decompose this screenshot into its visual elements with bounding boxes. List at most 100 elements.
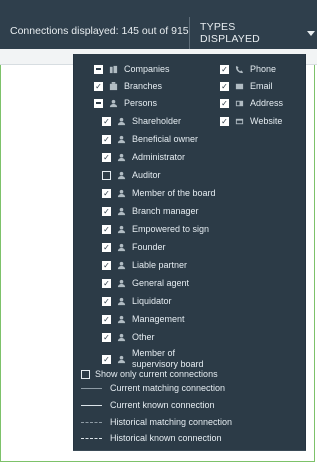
type-item-administrator[interactable]: ✓ Administrator xyxy=(102,150,185,164)
legend-label: Historical known connection xyxy=(110,433,222,443)
checkbox[interactable]: ✓ xyxy=(102,260,111,270)
branches-icon xyxy=(108,81,118,91)
types-displayed-label: TYPES DISPLAYED xyxy=(200,21,260,45)
type-item-liquidator[interactable]: ✓ Liquidator xyxy=(102,294,172,308)
item-label: General agent xyxy=(132,278,190,288)
checkbox[interactable]: ✓ xyxy=(220,64,229,74)
type-item-general-agent[interactable]: ✓ General agent xyxy=(102,276,189,290)
checkbox[interactable]: ✓ xyxy=(220,116,229,126)
type-item-shareholder[interactable]: ✓ Shareholder xyxy=(102,114,181,128)
checkbox[interactable]: ✓ xyxy=(102,354,111,364)
item-label: Persons xyxy=(124,98,158,108)
person-icon xyxy=(116,354,126,364)
legend-line xyxy=(81,387,102,389)
person-icon xyxy=(116,314,126,324)
person-icon xyxy=(116,260,126,270)
legend-item: Historical known connection xyxy=(81,431,222,445)
type-item-beneficial-owner[interactable]: ✓ Beneficial owner xyxy=(102,132,198,146)
type-item-companies[interactable]: Companies xyxy=(94,62,170,76)
legend-label: Current matching connection xyxy=(110,383,226,393)
type-item-other[interactable]: ✓ Other xyxy=(102,330,155,344)
person-icon xyxy=(116,152,126,162)
show-current-only-checkbox[interactable]: Show only current connections xyxy=(81,367,218,381)
item-label: Companies xyxy=(124,64,170,74)
type-item-email[interactable]: ✓ Email xyxy=(220,79,273,93)
item-label: Address xyxy=(250,98,284,108)
legend-label: Current known connection xyxy=(110,400,215,410)
item-label: Phone xyxy=(250,64,277,74)
checkbox[interactable]: ✓ xyxy=(102,116,111,126)
checkbox[interactable]: ✓ xyxy=(102,296,111,306)
types-displayed-button[interactable]: TYPES DISPLAYED xyxy=(189,17,315,49)
type-item-empowered-to-sign[interactable]: ✓ Empowered to sign xyxy=(102,222,209,236)
checkbox[interactable] xyxy=(94,98,103,108)
building-icon xyxy=(108,64,118,74)
item-label: Branches xyxy=(124,81,163,91)
types-dropdown: Companies ✓ Branches Persons ✓ Shareholder ✓ Be… xyxy=(73,54,306,451)
type-item-website[interactable]: ✓ Website xyxy=(220,114,282,128)
person-icon xyxy=(116,242,126,252)
item-label: Empowered to sign xyxy=(132,224,210,234)
phone-icon xyxy=(234,64,244,74)
item-label: Member of the board xyxy=(132,188,216,198)
checkbox[interactable]: ✓ xyxy=(102,152,111,162)
person-icon xyxy=(116,206,126,216)
legend-item: Current known connection xyxy=(81,398,215,412)
email-icon xyxy=(234,81,244,91)
type-item-persons[interactable]: Persons xyxy=(94,96,157,110)
legend-item: Current matching connection xyxy=(81,381,225,395)
checkbox[interactable]: ✓ xyxy=(102,278,111,288)
person-icon xyxy=(116,170,126,180)
connections-count: Connections displayed: 145 out of 915 xyxy=(10,25,189,37)
person-icon xyxy=(116,224,126,234)
legend-line xyxy=(81,437,102,439)
checkbox[interactable]: ✓ xyxy=(102,224,111,234)
legend-line xyxy=(81,404,102,406)
person-icon xyxy=(108,98,118,108)
address-icon xyxy=(234,98,244,108)
item-label: Founder xyxy=(132,242,166,252)
checkbox[interactable]: ✓ xyxy=(102,134,111,144)
website-icon xyxy=(234,116,244,126)
checkbox[interactable] xyxy=(81,369,90,379)
checkbox[interactable]: ✓ xyxy=(102,314,111,324)
item-label: Auditor xyxy=(132,170,161,180)
person-icon xyxy=(116,116,126,126)
item-label: Branch manager xyxy=(132,206,199,216)
item-label: Beneficial owner xyxy=(132,134,199,144)
person-icon xyxy=(116,188,126,198)
checkbox[interactable]: ✓ xyxy=(102,242,111,252)
type-item-founder[interactable]: ✓ Founder xyxy=(102,240,166,254)
item-label: Management xyxy=(132,314,185,324)
type-item-branches[interactable]: ✓ Branches xyxy=(94,79,162,93)
dropdown-bottom-edge xyxy=(73,450,306,451)
legend-line xyxy=(81,421,102,423)
type-item-branch-manager[interactable]: ✓ Branch manager xyxy=(102,204,199,218)
checkbox[interactable]: ✓ xyxy=(220,98,229,108)
checkbox[interactable] xyxy=(94,64,103,74)
legend-label: Historical matching connection xyxy=(110,417,233,427)
chevron-down-icon xyxy=(307,30,315,36)
checkbox[interactable]: ✓ xyxy=(102,332,111,342)
item-label: Shareholder xyxy=(132,116,182,126)
item-label: Email xyxy=(250,81,273,91)
person-icon xyxy=(116,134,126,144)
checkbox[interactable]: ✓ xyxy=(220,81,229,91)
type-item-phone[interactable]: ✓ Phone xyxy=(220,62,276,76)
item-label: Liquidator xyxy=(132,296,172,306)
type-item-auditor[interactable]: Auditor xyxy=(102,168,161,182)
checkbox[interactable] xyxy=(102,170,111,180)
checkbox[interactable]: ✓ xyxy=(102,206,111,216)
person-icon xyxy=(116,296,126,306)
checkbox[interactable]: ✓ xyxy=(94,81,103,91)
type-item-member-of-the-board[interactable]: ✓ Member of the board xyxy=(102,186,216,200)
type-item-address[interactable]: ✓ Address xyxy=(220,96,283,110)
type-item-liable-partner[interactable]: ✓ Liable partner xyxy=(102,258,187,272)
person-icon xyxy=(116,332,126,342)
checkbox[interactable]: ✓ xyxy=(102,188,111,198)
item-label: Liable partner xyxy=(132,260,188,270)
person-icon xyxy=(116,278,126,288)
item-label: Administrator xyxy=(132,152,186,162)
item-label: Other xyxy=(132,332,155,342)
type-item-management[interactable]: ✓ Management xyxy=(102,312,185,326)
